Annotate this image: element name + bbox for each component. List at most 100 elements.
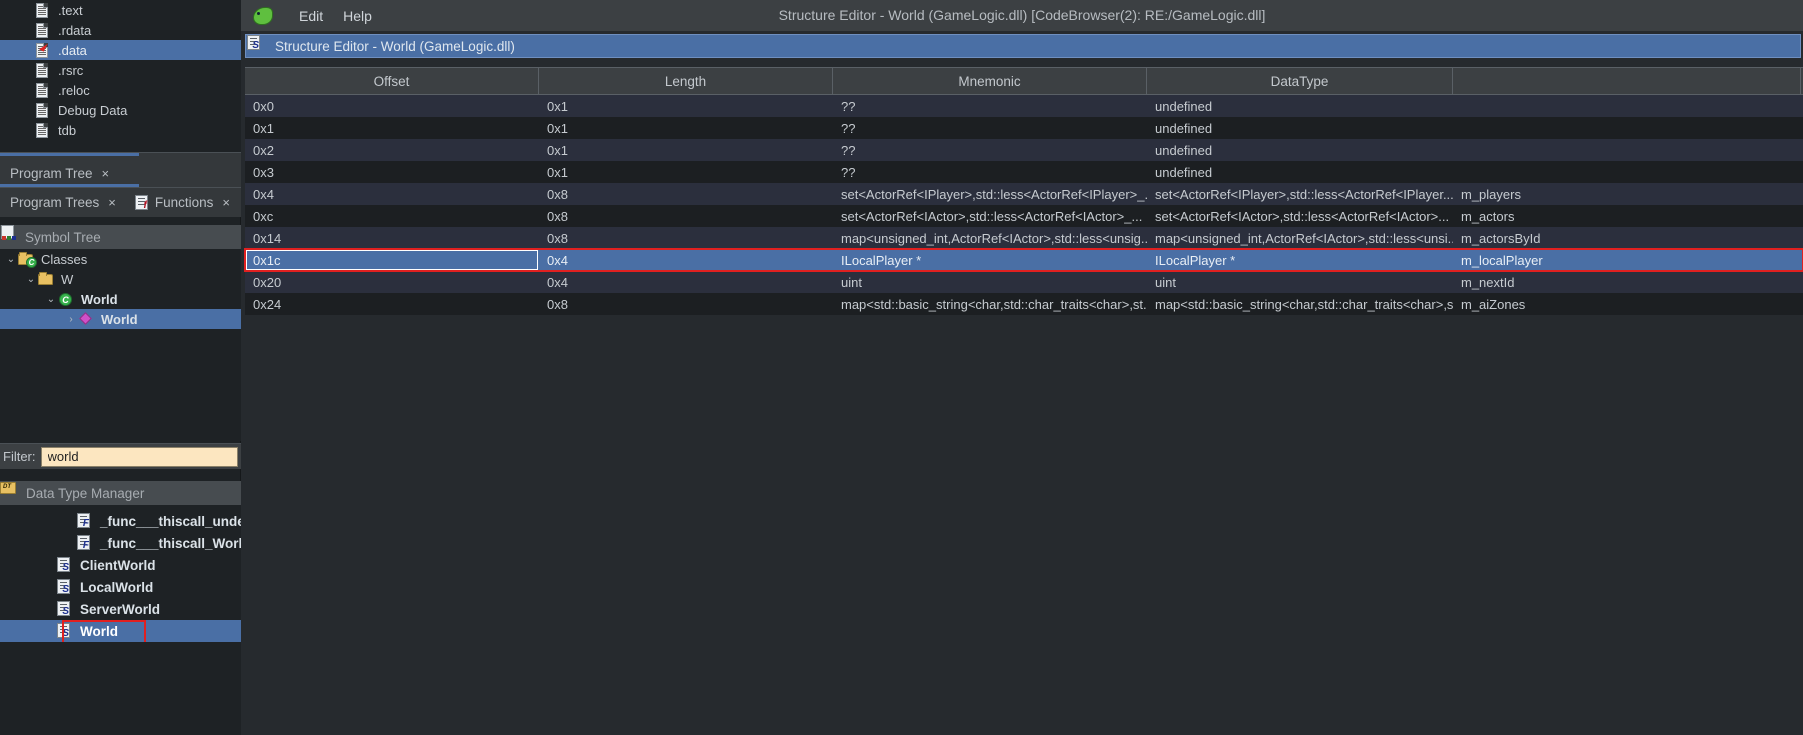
cell-datatype[interactable]: undefined (1147, 139, 1453, 161)
cell-name[interactable]: m_actorsById (1453, 227, 1801, 249)
chevron-down-icon[interactable]: ⌄ (4, 254, 18, 265)
tab-close-icon[interactable]: × (108, 195, 116, 210)
cell-name[interactable]: m_players (1453, 183, 1801, 205)
cell-mnemonic[interactable]: ?? (833, 161, 1147, 183)
cell-length[interactable]: 0x4 (539, 249, 833, 271)
cell-offset[interactable]: 0x14 (245, 227, 539, 249)
cell-datatype[interactable]: set<ActorRef<IPlayer>,std::less<ActorRef… (1147, 183, 1453, 205)
table-header-row[interactable]: Offset Length Mnemonic DataType (245, 68, 1803, 95)
data-type-item[interactable]: S ClientWorld (0, 554, 241, 576)
chevron-right-icon[interactable]: › (64, 314, 78, 325)
table-row[interactable]: 0x2 0x1?? undefined (245, 139, 1803, 161)
chevron-down-icon[interactable]: ⌄ (24, 274, 38, 285)
cell-mnemonic[interactable]: ILocalPlayer * (833, 249, 1147, 271)
tab-program-trees[interactable]: Program Trees × (0, 184, 139, 217)
cell-length[interactable]: 0x1 (539, 95, 833, 117)
program-tree-item[interactable]: tdb (0, 120, 241, 140)
data-type-item[interactable]: F _func___thiscall_undefi (0, 510, 241, 532)
program-tree-item[interactable]: Debug Data (0, 100, 241, 120)
cell-length[interactable]: 0x8 (539, 183, 833, 205)
cell-offset[interactable]: 0x20 (245, 271, 539, 293)
table-row[interactable]: 0x3 0x1?? undefined (245, 161, 1803, 183)
data-type-item[interactable]: F _func___thiscall_World_ (0, 532, 241, 554)
lower-tabbar[interactable]: Program Trees × f Functions × (0, 184, 241, 217)
cell-offset[interactable]: 0x1c (245, 249, 539, 271)
symbol-tree-node[interactable]: › World (0, 309, 241, 329)
cell-length[interactable]: 0x8 (539, 293, 833, 315)
cell-datatype[interactable]: map<std::basic_string<char,std::char_tra… (1147, 293, 1453, 315)
cell-datatype[interactable]: undefined (1147, 161, 1453, 183)
document-tab-structure-editor[interactable]: S Structure Editor - World (GameLogic.dl… (245, 34, 1801, 58)
program-tree-file-list[interactable]: .text .rdata .data .rsrc .reloc Debug Data tdb (0, 0, 241, 152)
cell-mnemonic[interactable]: map<std::basic_string<char,std::char_tra… (833, 293, 1147, 315)
cell-length[interactable]: 0x8 (539, 205, 833, 227)
table-row[interactable]: 0x20 0x4 uint uint m_nextId (245, 271, 1803, 293)
table-row[interactable]: 0xc 0x8 set<ActorRef<IActor>,std::less<Act… (245, 205, 1803, 227)
table-row[interactable]: 0x1 0x1?? undefined (245, 117, 1803, 139)
column-header-length[interactable]: Length (539, 68, 833, 94)
table-row[interactable]: 0x4 0x8 set<ActorRef<IPlayer>,std::less<Ac… (245, 183, 1803, 205)
program-tree-item[interactable]: .text (0, 0, 241, 20)
cell-offset[interactable]: 0x3 (245, 161, 539, 183)
symbol-tree-body[interactable]: ⌄ C Classes ⌄ W ⌄ C World › World (0, 249, 241, 441)
chevron-down-icon[interactable]: ⌄ (44, 294, 58, 305)
cell-offset[interactable]: 0x24 (245, 293, 539, 315)
cell-datatype[interactable]: undefined (1147, 117, 1453, 139)
table-row[interactable]: 0x24 0x8 map<std::basic_string<char,std::c… (245, 293, 1803, 315)
menu-edit[interactable]: Edit (289, 8, 333, 24)
cell-name[interactable]: m_aiZones (1453, 293, 1801, 315)
cell-length[interactable]: 0x1 (539, 139, 833, 161)
table-row[interactable]: 0x14 0x8 map<unsigned_int,ActorRef<IActor>… (245, 227, 1803, 249)
column-header-blank[interactable] (1453, 68, 1801, 94)
cell-name[interactable] (1453, 161, 1801, 183)
cell-mnemonic[interactable]: ?? (833, 139, 1147, 161)
tab-close-icon[interactable]: × (102, 166, 110, 181)
filter-input[interactable] (40, 446, 238, 467)
cell-mnemonic[interactable]: set<ActorRef<IPlayer>,std::less<ActorRef… (833, 183, 1147, 205)
cell-offset[interactable]: 0x0 (245, 95, 539, 117)
table-row[interactable]: 0x1c 0x4 ILocalPlayer * ILocalPlayer * m_loc… (244, 248, 1803, 272)
cell-name[interactable] (1453, 117, 1801, 139)
cell-name[interactable] (1453, 95, 1801, 117)
program-tree-item[interactable]: .rdata (0, 20, 241, 40)
data-type-item[interactable]: S ServerWorld (0, 598, 241, 620)
cell-length[interactable]: 0x4 (539, 271, 833, 293)
symbol-tree-node[interactable]: ⌄ C Classes (0, 249, 241, 269)
cell-datatype[interactable]: undefined (1147, 95, 1453, 117)
table-row[interactable]: 0x0 0x1?? undefined (245, 95, 1803, 117)
cell-length[interactable]: 0x1 (539, 117, 833, 139)
cell-length[interactable]: 0x8 (539, 227, 833, 249)
cell-mnemonic[interactable]: map<unsigned_int,ActorRef<IActor>,std::l… (833, 227, 1147, 249)
cell-name[interactable]: m_nextId (1453, 271, 1801, 293)
cell-name[interactable] (1453, 139, 1801, 161)
cell-name[interactable]: m_localPlayer (1453, 249, 1801, 271)
program-tree-item[interactable]: .data (0, 40, 241, 60)
tab-functions[interactable]: f Functions × (124, 188, 238, 217)
symbol-tree-node[interactable]: ⌄ C World (0, 289, 241, 309)
cell-datatype[interactable]: uint (1147, 271, 1453, 293)
cell-offset[interactable]: 0x4 (245, 183, 539, 205)
program-tree-item[interactable]: .rsrc (0, 60, 241, 80)
data-type-manager-list[interactable]: F _func___thiscall_undefi F _func___thiscal… (0, 505, 241, 735)
cell-datatype[interactable]: set<ActorRef<IActor>,std::less<ActorRef<… (1147, 205, 1453, 227)
cell-mnemonic[interactable]: set<ActorRef<IActor>,std::less<ActorRef<… (833, 205, 1147, 227)
cell-length[interactable]: 0x1 (539, 161, 833, 183)
menu-help[interactable]: Help (333, 8, 382, 24)
cell-offset[interactable]: 0x1 (245, 117, 539, 139)
program-tree-item[interactable]: .reloc (0, 80, 241, 100)
symbol-tree-node[interactable]: ⌄ W (0, 269, 241, 289)
cell-mnemonic[interactable]: ?? (833, 117, 1147, 139)
cell-datatype[interactable]: ILocalPlayer * (1147, 249, 1453, 271)
column-header-datatype[interactable]: DataType (1147, 68, 1453, 94)
data-type-item[interactable]: S LocalWorld (0, 576, 241, 598)
cell-mnemonic[interactable]: uint (833, 271, 1147, 293)
data-type-item[interactable]: S World (0, 620, 241, 642)
column-header-offset[interactable]: Offset (245, 68, 539, 94)
table-body[interactable]: 0x0 0x1?? undefined 0x1 0x1?? undefined 0x2 0x1… (244, 95, 1803, 315)
cell-offset[interactable]: 0xc (245, 205, 539, 227)
cell-name[interactable]: m_actors (1453, 205, 1801, 227)
cell-mnemonic[interactable]: ?? (833, 95, 1147, 117)
column-header-mnemonic[interactable]: Mnemonic (833, 68, 1147, 94)
tab-close-icon[interactable]: × (222, 195, 230, 210)
cell-offset[interactable]: 0x2 (245, 139, 539, 161)
